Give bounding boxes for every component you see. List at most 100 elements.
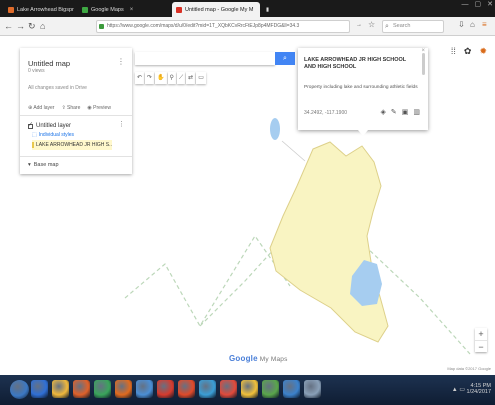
layer-name: Untitled layer	[36, 123, 72, 129]
feature-info-popup: LAKE ARROWHEAD JR HIGH SCHOOL AND HIGH S…	[298, 48, 428, 130]
search-icon: ⌕	[385, 23, 389, 30]
paint-bucket-icon: ⬚	[32, 132, 37, 138]
map-views: 0 views	[28, 68, 45, 74]
tab-untitled-map[interactable]: Untitled map - Google My M ×	[172, 2, 260, 17]
redo-icon[interactable]: ↷	[145, 72, 155, 84]
tab-label: Lake Arrowhead Bigspr	[17, 6, 74, 13]
chrome-icon[interactable]	[94, 380, 111, 398]
map-attribution[interactable]: Map data ©2017 Google	[447, 366, 491, 371]
map-title[interactable]: Untitled map	[28, 59, 70, 68]
close-window-button[interactable]: ✕	[487, 0, 493, 10]
marker-icon[interactable]: ⚲	[167, 72, 176, 84]
reload-icon[interactable]: ↻	[28, 20, 36, 32]
popup-pointer	[358, 130, 368, 136]
app8-icon[interactable]	[157, 380, 174, 398]
system-clock[interactable]: 4:15 PM 1/24/2017	[467, 383, 491, 395]
address-bar[interactable]: https://www.google.com/maps/d/u/0/edit?m…	[96, 20, 350, 33]
water-body	[270, 118, 280, 140]
app14-icon[interactable]	[283, 380, 300, 398]
tab-lake-arrowhead[interactable]: Lake Arrowhead Bigspr ×	[4, 2, 74, 17]
app12-icon[interactable]	[241, 380, 258, 398]
delete-icon[interactable]: ▥	[413, 108, 420, 116]
maximize-button[interactable]: ▢	[475, 0, 482, 10]
edit-icon[interactable]: ✎	[391, 108, 397, 116]
close-tab-icon[interactable]: ×	[259, 7, 260, 13]
ie-icon[interactable]	[31, 380, 48, 398]
undo-icon[interactable]: ↶	[135, 72, 145, 84]
hand-icon[interactable]: ✋	[155, 72, 167, 84]
grid-icon[interactable]: ⁞⁞	[451, 46, 456, 57]
base-map-label: Base map	[33, 162, 59, 168]
menu-icon[interactable]: ≡	[482, 20, 487, 29]
search-icon: ⌕	[283, 55, 287, 62]
explorer-icon[interactable]	[52, 380, 69, 398]
map-search-input[interactable]	[135, 52, 275, 65]
app15-icon[interactable]	[304, 380, 321, 398]
zoom-in-button[interactable]: +	[475, 328, 487, 340]
line-icon[interactable]: ⟋	[176, 72, 186, 84]
close-icon[interactable]: ×	[421, 48, 425, 54]
directions-icon[interactable]: ⇄	[186, 72, 196, 84]
map-canvas[interactable]: Untitled map 0 views All changes saved i…	[0, 36, 495, 375]
ruler-icon[interactable]: ▭	[196, 72, 206, 84]
search-input[interactable]: ⌕ Search	[382, 20, 444, 33]
map-search-button[interactable]: ⌕	[275, 52, 295, 65]
road-line	[281, 140, 306, 162]
app7-icon[interactable]	[136, 380, 153, 398]
back-icon[interactable]: ←	[4, 20, 13, 32]
popup-title: LAKE ARROWHEAD JR HIGH SCHOOL AND HIGH S…	[304, 57, 407, 70]
popup-description: Property including lake and surrounding …	[304, 85, 418, 90]
go-arrow-icon[interactable]: →	[356, 22, 362, 28]
layer-checkbox[interactable]	[28, 121, 33, 129]
app11-icon[interactable]	[220, 380, 237, 398]
chevron-down-icon: ▾	[28, 162, 31, 168]
home-icon[interactable]: ⌂	[40, 20, 45, 32]
close-tab-icon[interactable]: ×	[130, 7, 134, 13]
school-property-polygon[interactable]	[269, 141, 389, 343]
app13-icon[interactable]	[262, 380, 279, 398]
zoom-control: + −	[475, 328, 487, 352]
forward-icon[interactable]: →	[16, 20, 25, 32]
tab-label: Untitled map - Google My M	[185, 6, 254, 13]
feature-item[interactable]: LAKE ARROWHEAD JR HIGH S...	[32, 140, 112, 150]
layer-options-icon[interactable]: ⋮	[118, 120, 125, 128]
share-button[interactable]: ⇪ Share	[61, 105, 80, 111]
new-tab-button[interactable]: ▮	[262, 2, 274, 17]
media-icon[interactable]	[73, 380, 90, 398]
lock-icon	[99, 24, 104, 29]
firefox-icon[interactable]	[115, 380, 132, 398]
minimize-button[interactable]: —	[462, 0, 469, 10]
divider	[20, 156, 132, 157]
home-page-icon[interactable]: ⌂	[470, 20, 475, 29]
start-orb-icon[interactable]	[10, 380, 29, 399]
map-toolbar: ↶ ↷ ✋ ⚲ ⟋ ⇄ ▭	[135, 72, 206, 84]
tab-strip: Lake Arrowhead Bigspr × Google Maps × Un…	[0, 0, 495, 17]
search-placeholder: Search	[393, 23, 411, 29]
layer-row[interactable]: Untitled layer	[28, 121, 72, 129]
tab-favicon	[82, 6, 88, 13]
preview-button[interactable]: ◉ Preview	[87, 105, 111, 111]
app10-icon[interactable]	[199, 380, 216, 398]
star-icon[interactable]: ☆	[368, 20, 375, 29]
popup-coordinates: 34.2492, -117.1900	[304, 110, 348, 116]
tab-label: Google Maps	[91, 6, 124, 13]
image-icon[interactable]: ▣	[402, 108, 409, 116]
map-options-icon[interactable]: ⋮	[117, 57, 125, 66]
zoom-out-button[interactable]: −	[475, 340, 487, 352]
tray-icons[interactable]: ▲ ▭	[452, 386, 465, 393]
base-map-row[interactable]: ▾ Base map	[28, 162, 59, 168]
popup-scrollbar[interactable]	[422, 53, 425, 75]
settings-icon[interactable]: ✿	[464, 46, 472, 57]
clock-date: 1/24/2017	[466, 389, 491, 395]
download-icon[interactable]: ⇩	[458, 20, 465, 29]
style-icon[interactable]: ◈	[380, 108, 385, 116]
tab-google-maps[interactable]: Google Maps ×	[78, 2, 170, 17]
google-apps-icon[interactable]: ✹	[479, 46, 487, 57]
divider	[20, 115, 132, 116]
map-legend-panel: Untitled map 0 views All changes saved i…	[20, 48, 132, 174]
app9-icon[interactable]	[178, 380, 195, 398]
taskbar: ▲ ▭ 4:15 PM 1/24/2017	[0, 375, 495, 405]
style-link[interactable]: ⬚ Individual styles	[32, 132, 74, 138]
add-layer-button[interactable]: ⊕ Add layer	[28, 105, 54, 111]
save-status: All changes saved in Drive	[28, 85, 87, 91]
